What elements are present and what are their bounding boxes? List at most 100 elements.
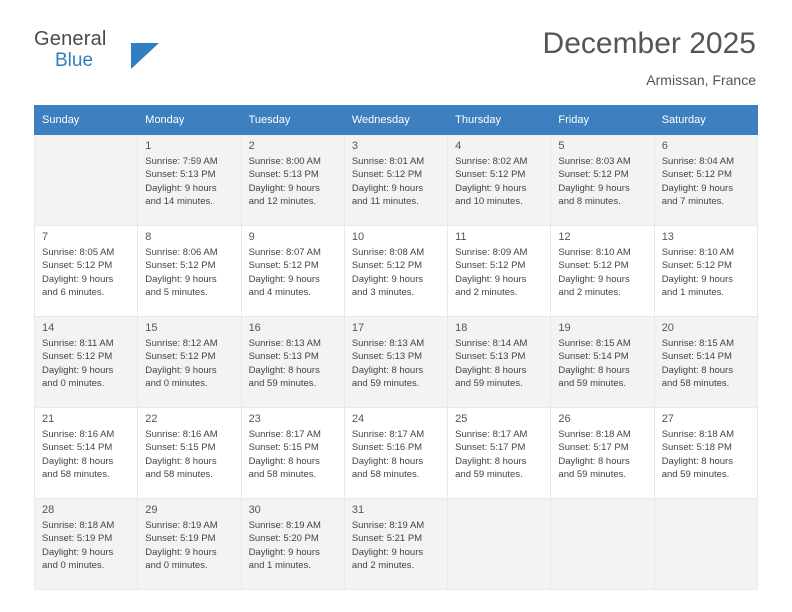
day-sun-info-line: and 59 minutes. xyxy=(248,378,317,390)
day-sun-info-line: Sunset: 5:15 PM xyxy=(248,442,319,454)
day-sun-info-line: Sunrise: 8:01 AM xyxy=(351,156,425,167)
calendar-day-cell[interactable]: 22 Sunrise: 8:16 AM Sunset: 5:15 PM Dayligh… xyxy=(137,407,242,499)
calendar-day-cell[interactable]: 18 Sunrise: 8:14 AM Sunset: 5:13 PM Dayligh… xyxy=(447,316,552,408)
calendar-day-cell[interactable]: 24 Sunrise: 8:17 AM Sunset: 5:16 PM Dayligh… xyxy=(343,407,449,499)
day-number: 25 xyxy=(455,413,468,425)
calendar-day-cell[interactable]: 23 Sunrise: 8:17 AM Sunset: 5:15 PM Dayligh… xyxy=(240,407,345,499)
day-number: 6 xyxy=(661,140,668,152)
day-sun-info: Sunrise: 8:14 AM Sunset: 5:13 PM Daylight:… xyxy=(448,337,550,391)
weekday-header-saturday: Saturday xyxy=(653,105,759,135)
day-sun-info-line: Daylight: 9 hours xyxy=(248,182,320,194)
day-sun-info: Sunrise: 8:17 AM Sunset: 5:15 PM Daylight:… xyxy=(242,428,344,482)
day-sun-info-line: Sunset: 5:12 PM xyxy=(42,351,113,363)
day-sun-info: Sunrise: 8:07 AM Sunset: 5:12 PM Daylight:… xyxy=(242,246,344,300)
calendar-day-cell[interactable]: 5 Sunrise: 8:03 AM Sunset: 5:12 PM Daylight… xyxy=(550,134,655,226)
weekday-header-sunday: Sunday xyxy=(33,105,139,135)
logo-flag-icon xyxy=(131,43,159,69)
day-sun-info-line: Sunrise: 8:18 AM xyxy=(42,520,115,531)
weekday-header-thursday: Thursday xyxy=(447,105,552,135)
calendar-day-cell[interactable]: 10 Sunrise: 8:08 AM Sunset: 5:12 PM Dayligh… xyxy=(343,225,449,317)
calendar-day-cell[interactable]: 25 Sunrise: 8:17 AM Sunset: 5:17 PM Dayligh… xyxy=(447,407,552,499)
calendar-header-row: Sunday Monday Tuesday Wednesday Thursday… xyxy=(33,105,759,135)
calendar-day-cell[interactable]: 14 Sunrise: 8:11 AM Sunset: 5:12 PM Dayligh… xyxy=(33,316,139,408)
calendar-day-cell[interactable] xyxy=(653,498,759,590)
day-sun-info-line: Sunset: 5:12 PM xyxy=(661,260,732,272)
day-number: 28 xyxy=(42,504,55,516)
day-sun-info-line: Sunset: 5:12 PM xyxy=(455,260,526,272)
day-sun-info-line: Daylight: 8 hours xyxy=(351,455,424,467)
day-sun-info-line: Sunset: 5:13 PM xyxy=(248,169,319,181)
day-sun-info-line: and 8 minutes. xyxy=(558,196,621,208)
calendar-day-cell[interactable]: 11 Sunrise: 8:09 AM Sunset: 5:12 PM Dayligh… xyxy=(447,225,552,317)
calendar-day-cell[interactable]: 29 Sunrise: 8:19 AM Sunset: 5:19 PM Dayligh… xyxy=(137,498,242,590)
calendar-day-cell[interactable] xyxy=(33,134,139,226)
title-block: December 2025 Armissan, France xyxy=(543,26,756,90)
day-sun-info-line: Daylight: 9 hours xyxy=(661,182,733,194)
calendar-day-cell[interactable]: 6 Sunrise: 8:04 AM Sunset: 5:12 PM Daylight… xyxy=(653,134,759,226)
day-sun-info-line: Sunset: 5:18 PM xyxy=(661,442,732,454)
calendar-day-cell[interactable]: 8 Sunrise: 8:06 AM Sunset: 5:12 PM Daylight… xyxy=(137,225,242,317)
day-sun-info-line: and 0 minutes. xyxy=(42,560,105,572)
day-number: 12 xyxy=(558,231,571,243)
calendar-day-cell[interactable]: 26 Sunrise: 8:18 AM Sunset: 5:17 PM Dayligh… xyxy=(550,407,655,499)
calendar-day-cell[interactable]: 21 Sunrise: 8:16 AM Sunset: 5:14 PM Dayligh… xyxy=(33,407,139,499)
day-sun-info-line: Sunset: 5:17 PM xyxy=(558,442,629,454)
day-number: 31 xyxy=(351,504,365,516)
calendar-day-cell[interactable] xyxy=(447,498,552,590)
calendar-day-cell[interactable]: 17 Sunrise: 8:13 AM Sunset: 5:13 PM Dayligh… xyxy=(343,316,449,408)
day-sun-info-line: Daylight: 9 hours xyxy=(661,273,733,285)
day-sun-info-line: Daylight: 9 hours xyxy=(558,273,630,285)
day-sun-info-line: Sunset: 5:14 PM xyxy=(42,442,113,454)
day-number: 13 xyxy=(661,231,674,243)
calendar-day-cell[interactable]: 12 Sunrise: 8:10 AM Sunset: 5:12 PM Dayligh… xyxy=(550,225,655,317)
day-sun-info-line: Sunset: 5:12 PM xyxy=(455,169,526,181)
day-number xyxy=(448,499,550,519)
day-sun-info-line: Sunset: 5:12 PM xyxy=(661,169,732,181)
calendar-day-cell[interactable]: 1 Sunrise: 7:59 AM Sunset: 5:13 PM Daylight… xyxy=(137,134,242,226)
day-sun-info: Sunrise: 8:15 AM Sunset: 5:14 PM Daylight:… xyxy=(551,337,653,391)
day-sun-info-line: Daylight: 9 hours xyxy=(351,273,424,285)
day-sun-info-line: and 11 minutes. xyxy=(351,196,419,208)
calendar-day-cell[interactable]: 15 Sunrise: 8:12 AM Sunset: 5:12 PM Dayligh… xyxy=(137,316,242,408)
day-sun-info: Sunrise: 8:18 AM Sunset: 5:19 PM Daylight:… xyxy=(35,519,137,573)
day-sun-info: Sunrise: 8:01 AM Sunset: 5:12 PM Daylight:… xyxy=(345,155,447,209)
day-sun-info-line: Daylight: 8 hours xyxy=(455,455,527,467)
day-sun-info-line: Sunrise: 8:17 AM xyxy=(248,429,321,440)
day-sun-info: Sunrise: 8:19 AM Sunset: 5:21 PM Daylight:… xyxy=(345,519,447,573)
calendar-day-cell[interactable]: 4 Sunrise: 8:02 AM Sunset: 5:12 PM Daylight… xyxy=(447,134,552,226)
day-number: 20 xyxy=(661,322,674,334)
calendar-day-cell[interactable]: 31 Sunrise: 8:19 AM Sunset: 5:21 PM Dayligh… xyxy=(343,498,449,590)
day-sun-info-line: Sunrise: 8:12 AM xyxy=(145,338,218,349)
calendar-day-cell[interactable]: 3 Sunrise: 8:01 AM Sunset: 5:12 PM Daylight… xyxy=(343,134,449,226)
day-sun-info-line: Sunset: 5:17 PM xyxy=(455,442,526,454)
day-sun-info-line: Daylight: 8 hours xyxy=(661,364,733,376)
day-sun-info: Sunrise: 8:03 AM Sunset: 5:12 PM Daylight:… xyxy=(551,155,653,209)
day-number: 5 xyxy=(558,140,565,152)
day-sun-info-line: Sunrise: 8:14 AM xyxy=(455,338,528,349)
day-sun-info-line: Sunrise: 8:07 AM xyxy=(248,247,321,258)
day-sun-info-line: Sunrise: 8:08 AM xyxy=(351,247,425,258)
day-sun-info-line: Daylight: 9 hours xyxy=(145,182,217,194)
calendar-day-cell[interactable]: 2 Sunrise: 8:00 AM Sunset: 5:13 PM Daylight… xyxy=(240,134,345,226)
calendar-day-cell[interactable]: 9 Sunrise: 8:07 AM Sunset: 5:12 PM Daylight… xyxy=(240,225,345,317)
calendar-day-cell[interactable]: 16 Sunrise: 8:13 AM Sunset: 5:13 PM Dayligh… xyxy=(240,316,345,408)
calendar-day-cell[interactable]: 30 Sunrise: 8:19 AM Sunset: 5:20 PM Dayligh… xyxy=(240,498,345,590)
calendar-day-cell[interactable]: 27 Sunrise: 8:18 AM Sunset: 5:18 PM Dayligh… xyxy=(653,407,759,499)
day-sun-info-line: Sunrise: 8:13 AM xyxy=(351,338,425,349)
day-sun-info-line: Sunset: 5:12 PM xyxy=(42,260,113,272)
calendar-day-cell[interactable]: 19 Sunrise: 8:15 AM Sunset: 5:14 PM Dayligh… xyxy=(550,316,655,408)
day-sun-info-line: Sunrise: 8:18 AM xyxy=(558,429,631,440)
calendar-day-cell[interactable]: 7 Sunrise: 8:05 AM Sunset: 5:12 PM Daylight… xyxy=(33,225,139,317)
calendar-day-cell[interactable] xyxy=(550,498,655,590)
page-header: General Blue December 2025 Armissan, Fra… xyxy=(0,0,792,100)
day-sun-info-line: Sunset: 5:19 PM xyxy=(42,533,113,545)
day-sun-info-line: and 59 minutes. xyxy=(351,378,420,390)
calendar-week-row: 1 Sunrise: 7:59 AM Sunset: 5:13 PM Daylight… xyxy=(33,134,759,226)
calendar-day-cell[interactable]: 28 Sunrise: 8:18 AM Sunset: 5:19 PM Dayligh… xyxy=(33,498,139,590)
day-sun-info-line: and 14 minutes. xyxy=(145,196,213,208)
day-number: 21 xyxy=(42,413,55,425)
day-number: 11 xyxy=(455,231,467,243)
calendar-day-cell[interactable]: 13 Sunrise: 8:10 AM Sunset: 5:12 PM Dayligh… xyxy=(653,225,759,317)
day-number: 29 xyxy=(145,504,158,516)
calendar-day-cell[interactable]: 20 Sunrise: 8:15 AM Sunset: 5:14 PM Dayligh… xyxy=(653,316,759,408)
